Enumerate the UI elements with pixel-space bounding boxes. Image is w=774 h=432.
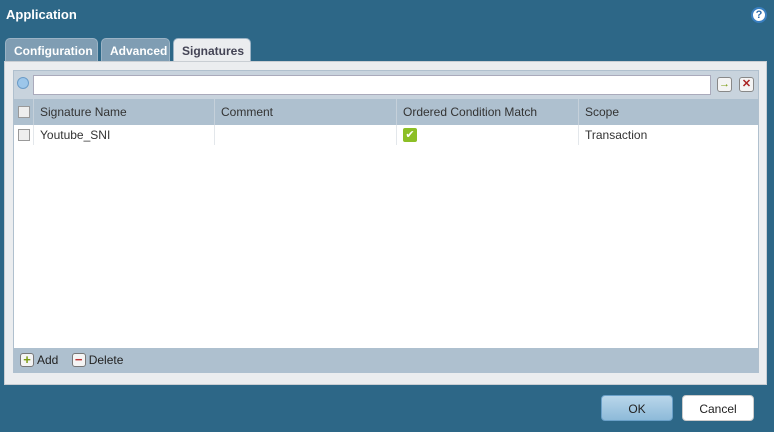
delete-button[interactable]: − Delete	[71, 353, 124, 367]
cancel-button[interactable]: Cancel	[682, 395, 754, 421]
col-signature-name[interactable]: Signature Name	[34, 99, 215, 125]
checkmark-icon: ✔	[403, 128, 417, 142]
row-checkbox[interactable]	[18, 129, 30, 141]
help-icon[interactable]: ?	[751, 7, 767, 23]
col-ordered-condition-match[interactable]: Ordered Condition Match	[397, 99, 579, 125]
add-button[interactable]: + Add	[20, 353, 58, 367]
add-label: Add	[37, 353, 59, 367]
select-all-checkbox[interactable]	[18, 106, 30, 118]
table-header: Signature Name Comment Ordered Condition…	[14, 99, 758, 125]
grid-toolbar: + Add − Delete	[14, 348, 758, 373]
tab-signatures[interactable]: Signatures	[173, 38, 251, 62]
signatures-grid: → ✕ Signature Name Comment Ordered Condi…	[13, 70, 759, 373]
col-scope[interactable]: Scope	[579, 99, 758, 125]
delete-label: Delete	[88, 353, 124, 367]
search-input[interactable]	[33, 75, 711, 95]
signatures-panel: → ✕ Signature Name Comment Ordered Condi…	[4, 61, 767, 385]
dialog-title: Application	[6, 7, 77, 22]
search-icon	[17, 77, 29, 89]
tab-advanced[interactable]: Advanced	[101, 38, 170, 61]
ok-button[interactable]: OK	[601, 395, 673, 421]
scope: Transaction	[585, 128, 648, 142]
tab-configuration[interactable]: Configuration	[5, 38, 98, 61]
minus-icon: −	[71, 353, 86, 367]
table-row[interactable]: Youtube_SNI ✔ Transaction	[14, 125, 758, 145]
plus-icon: +	[20, 353, 34, 367]
comment	[215, 125, 397, 145]
clear-filter-icon[interactable]: ✕	[739, 77, 754, 92]
apply-filter-icon[interactable]: →	[717, 77, 732, 92]
search-bar: → ✕	[14, 71, 758, 99]
col-comment[interactable]: Comment	[215, 99, 397, 125]
signature-name: Youtube_SNI	[34, 125, 215, 145]
